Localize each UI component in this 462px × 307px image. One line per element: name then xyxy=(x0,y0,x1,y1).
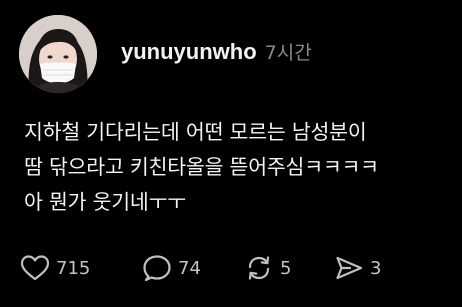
speech-bubble-icon xyxy=(143,255,171,282)
timestamp: 7시간 xyxy=(264,42,312,64)
send-icon xyxy=(336,256,363,280)
comment-count: 74 xyxy=(178,257,201,279)
username[interactable]: yunuyunwho xyxy=(121,39,257,65)
like-button[interactable]: 715 xyxy=(20,254,142,282)
post-body-line: 아 뭔가 웃기네ㅜㅜ xyxy=(24,190,186,214)
post-header: yunuyunwho 7시간 xyxy=(121,38,312,68)
share-count: 3 xyxy=(370,257,382,279)
repost-count: 5 xyxy=(280,257,292,279)
action-bar: 715 74 5 3 xyxy=(20,251,381,285)
share-button[interactable]: 3 xyxy=(334,254,381,282)
post-body-line: 지하철 기다리는데 어떤 모르는 남성분이 xyxy=(24,120,367,144)
thread-post: yunuyunwho 7시간 지하철 기다리는데 어떤 모르는 남성분이 땀 닦… xyxy=(0,0,462,307)
avatar-photo xyxy=(19,15,97,93)
repost-arrows-icon xyxy=(248,256,270,280)
heart-icon xyxy=(20,255,50,281)
like-count: 715 xyxy=(56,257,91,279)
avatar[interactable] xyxy=(19,15,97,93)
post-body: 지하철 기다리는데 어떤 모르는 남성분이 땀 닦으라고 키친타올을 뜯어주심ㅋ… xyxy=(24,115,454,220)
comment-button[interactable]: 74 xyxy=(142,254,244,282)
repost-button[interactable]: 5 xyxy=(244,254,334,282)
post-body-line: 땀 닦으라고 키친타올을 뜯어주심ㅋㅋㅋㅋ xyxy=(24,155,379,179)
